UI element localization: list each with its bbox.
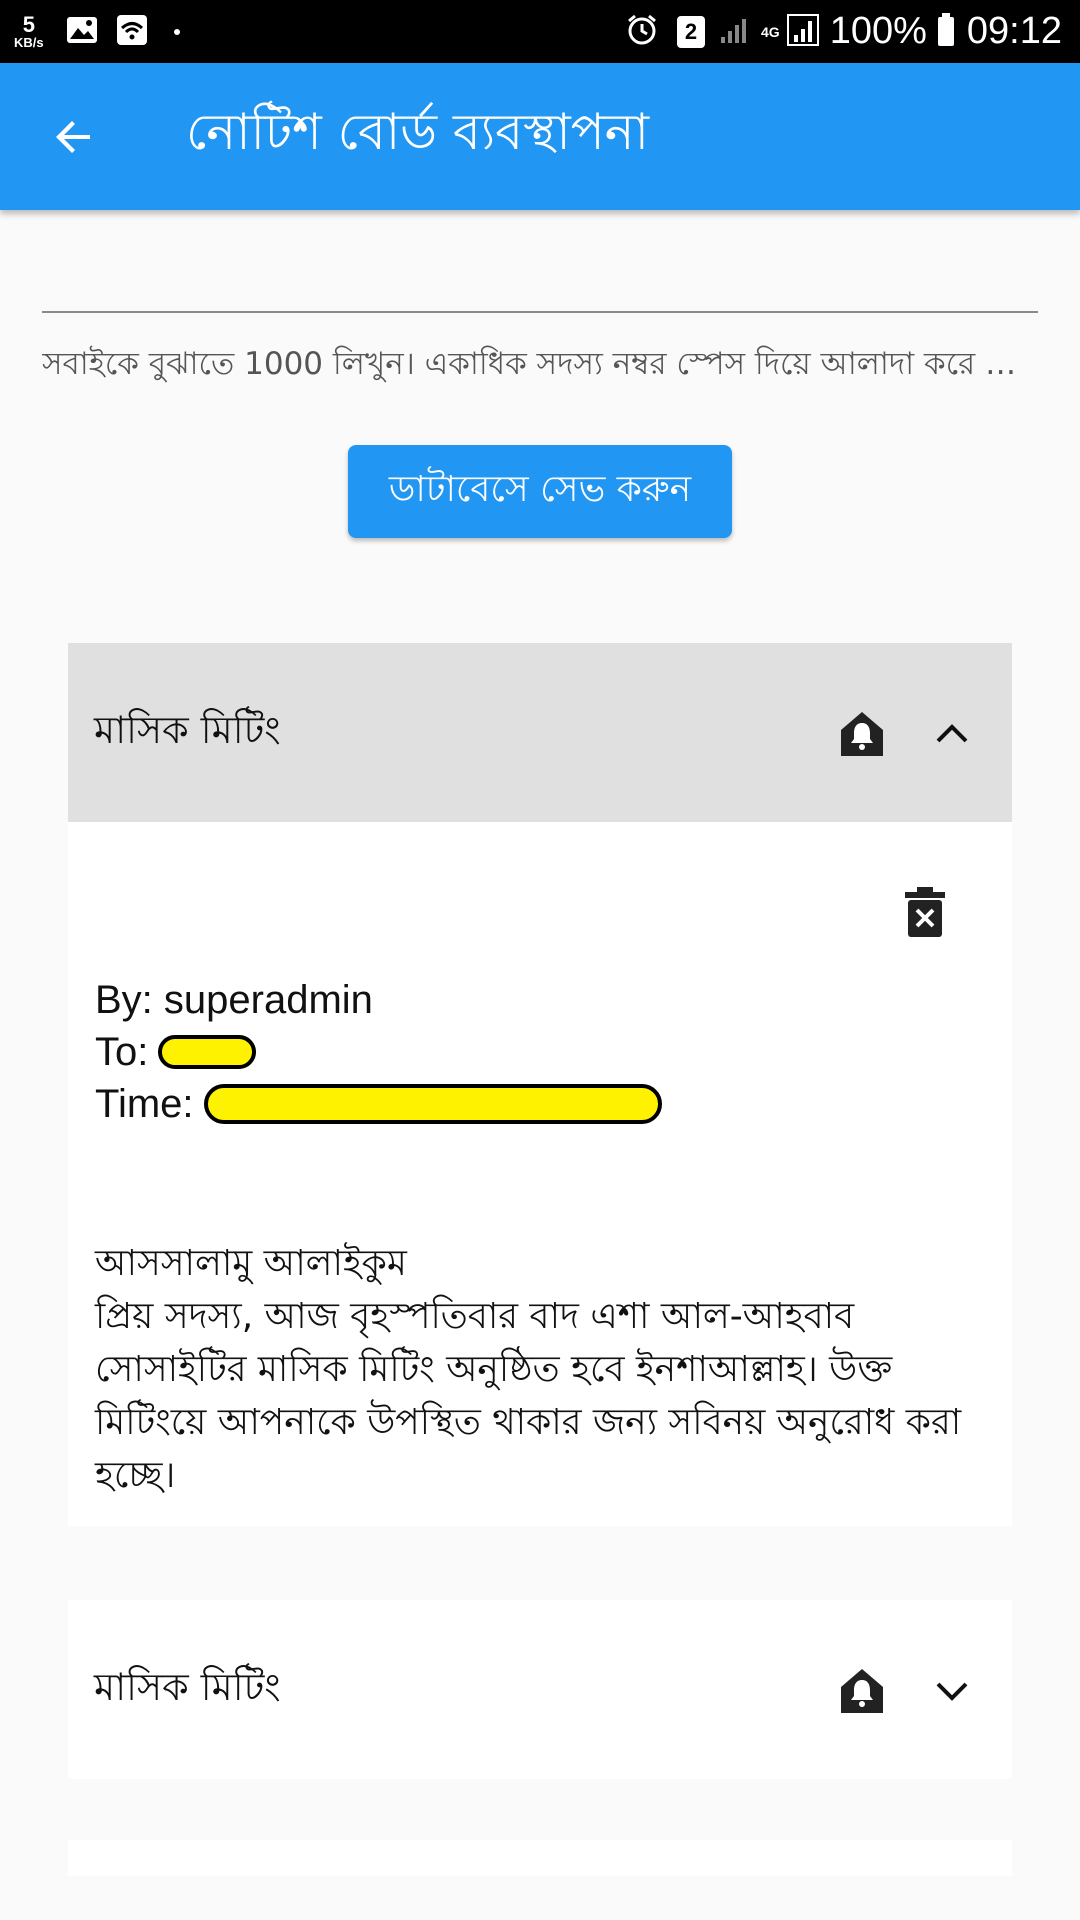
notice-panel: মাসিক মিটিং — [68, 1600, 1012, 1779]
wifi-hotspot-icon — [116, 14, 148, 50]
page-title: নোটিশ বোর্ড ব্যবস্থাপনা — [186, 103, 649, 161]
notify-button[interactable] — [838, 708, 886, 758]
clock: 09:12 — [966, 10, 1062, 52]
author-label: By: superadmin — [95, 978, 373, 1022]
bell-icon — [841, 711, 883, 756]
recipient-label: To: — [95, 1030, 149, 1074]
expand-button[interactable] — [928, 1666, 976, 1714]
signal-icon — [719, 15, 749, 49]
battery-icon — [937, 12, 955, 51]
notice-panel-partial — [68, 1840, 1012, 1876]
input-helper-text: সবাইকে বুঝাতে 1000 লিখুন। একাধিক সদস্য ন… — [42, 346, 1038, 382]
speed-value: 5 — [22, 12, 35, 37]
back-button[interactable] — [38, 101, 110, 173]
chevron-down-icon — [936, 1682, 968, 1701]
image-icon — [66, 16, 98, 48]
alarm-icon — [625, 13, 659, 51]
redacted-time — [203, 1084, 662, 1124]
speed-unit: KB/s — [14, 35, 44, 50]
delete-button[interactable] — [899, 886, 951, 938]
notice-title: মাসিক মিটিং — [94, 707, 281, 752]
collapse-button[interactable] — [928, 709, 976, 757]
status-bar: 5 KB/s 2 4G 100% 09:12 — [0, 0, 1080, 63]
notice-panel-header[interactable]: মাসিক মিটিং — [68, 1600, 1012, 1779]
chevron-up-icon — [936, 723, 968, 742]
notice-message: আসসালামু আলাইকুম প্রিয় সদস্য, আজ বৃহস্প… — [95, 1243, 962, 1496]
notification-dot-icon — [173, 28, 180, 35]
app-bar: নোটিশ বোর্ড ব্যবস্থাপনা — [0, 63, 1080, 210]
notice-meta: By: superadmin To: Time: — [95, 974, 662, 1130]
notice-body: By: superadmin To: Time: আসসালামু আলাইকু… — [68, 822, 1012, 1526]
battery-level: 100% — [829, 10, 927, 52]
notice-title: মাসিক মিটিং — [94, 1664, 281, 1709]
notify-button[interactable] — [838, 1665, 886, 1715]
redacted-recipient — [158, 1035, 257, 1069]
arrow-back-icon — [56, 120, 90, 153]
member-number-input[interactable] — [42, 311, 1038, 313]
time-label: Time: — [95, 1082, 194, 1126]
signal-strength-icon — [786, 13, 820, 51]
notice-panel-header[interactable]: মাসিক মিটিং — [68, 643, 1012, 822]
bell-icon — [841, 1668, 883, 1713]
network-speed: 5 KB/s — [14, 12, 44, 50]
sim-slot-badge: 2 — [677, 15, 706, 48]
network-type: 4G — [761, 23, 780, 40]
notice-panel: মাসিক মিটিং By: superadmin To: Time: আসস… — [68, 643, 1012, 1526]
save-to-database-button[interactable]: ডাটাবেসে সেভ করুন — [348, 445, 732, 538]
delete-icon — [905, 887, 945, 937]
